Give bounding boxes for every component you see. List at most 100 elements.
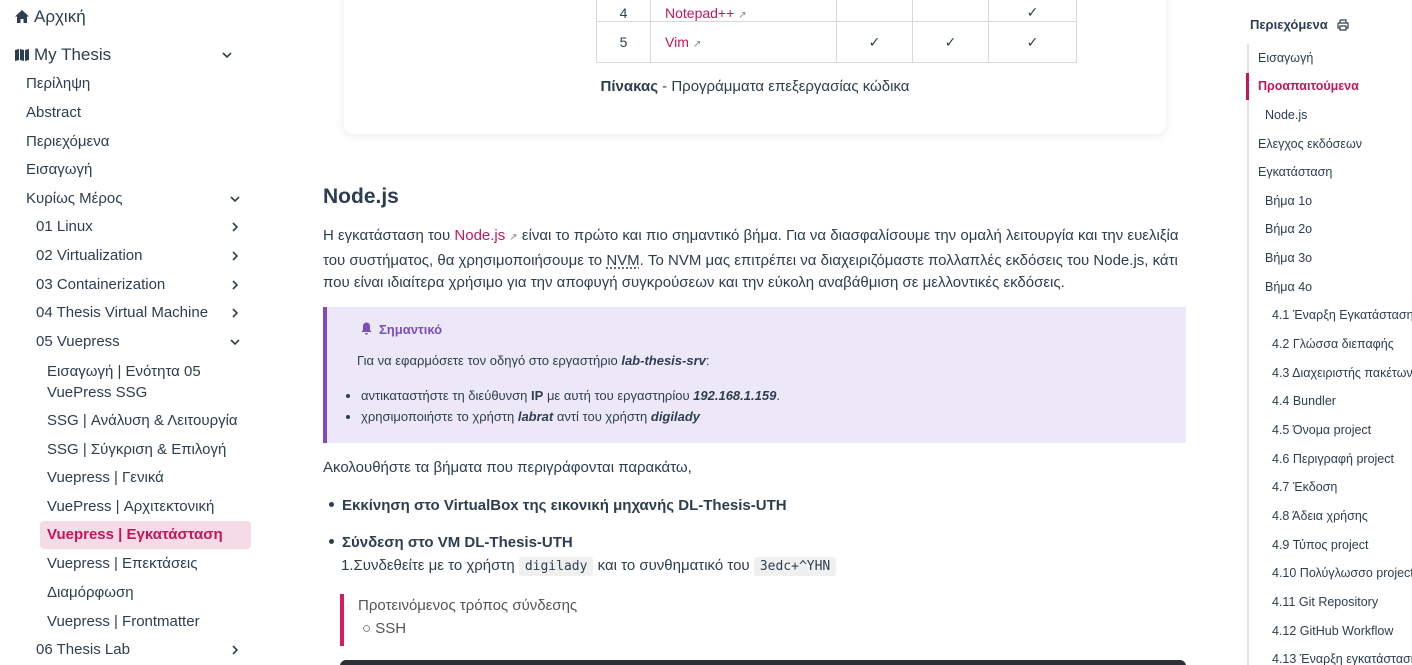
- quote-title: Προτεινόμενος τρόπος σύνδεσης: [358, 597, 578, 614]
- sidebar-item-frontmatter[interactable]: Vuepress | Frontmatter: [47, 608, 200, 635]
- sidebar-item-label: SSG | Ανάλυση & Λειτουργία: [47, 412, 238, 429]
- toc-item[interactable]: Βήμα 3ο: [1265, 248, 1312, 268]
- sidebar-item-my-thesis[interactable]: My Thesis: [14, 41, 254, 68]
- sidebar-item-eisagogi[interactable]: Εισαγωγή: [26, 156, 92, 183]
- print-icon[interactable]: [1337, 19, 1349, 31]
- list-text: αντί του χρήστη: [553, 409, 651, 424]
- callout-text-part: :: [705, 353, 710, 368]
- main-content: 4 Notepad++ ↗ ✓ 5 Vim ↗ ✓ ✓ ✓ Πίνακας - Πρ…: [262, 0, 1222, 665]
- sidebar-item-label: Vuepress | Επεκτάσεις: [47, 555, 198, 572]
- toc-item[interactable]: Βήμα 2ο: [1265, 219, 1312, 239]
- section-heading-nodejs: Node.js: [323, 185, 399, 208]
- toc-item[interactable]: 4.3 Διαχειριστής πακέτων: [1272, 363, 1412, 383]
- editors-table: 4 Notepad++ ↗ ✓ 5 Vim ↗ ✓ ✓ ✓: [596, 0, 1077, 63]
- list-item: αντικαταστήστε τη διεύθυνση IP με αυτή τ…: [361, 385, 780, 406]
- sidebar-item-label: 02 Virtualization: [36, 247, 143, 264]
- sidebar-item-periexomena[interactable]: Περιεχόμενα: [26, 128, 109, 155]
- sidebar-item-containerization[interactable]: 03 Containerization: [36, 271, 254, 298]
- sidebar-item-virtualization[interactable]: 02 Virtualization: [36, 242, 254, 269]
- sidebar-item-vuepress-extensions[interactable]: Vuepress | Επεκτάσεις: [47, 550, 197, 577]
- suggestion-quote: Προτεινόμενος τρόπος σύνδεσης ○ SSH: [340, 594, 577, 646]
- toc-item[interactable]: 4.10 Πολύγλωσσο project: [1272, 563, 1412, 583]
- home-icon: [15, 10, 29, 23]
- toc-item[interactable]: 4.7 Έκδοση: [1272, 477, 1337, 497]
- callout-list: αντικαταστήστε τη διεύθυνση IP με αυτή τ…: [343, 385, 780, 427]
- toc-item[interactable]: Βήμα 4ο: [1265, 277, 1312, 297]
- sidebar: Αρχική My Thesis Περίληψη Abstract Περιε…: [0, 0, 262, 665]
- user-labrat: labrat: [517, 409, 554, 424]
- table-row: 5 Vim ↗ ✓ ✓ ✓: [596, 21, 1077, 63]
- sidebar-item-vuepress-architecture[interactable]: VuePress | Αρχιτεκτονική: [47, 493, 214, 520]
- sidebar-item-ssg-compare[interactable]: SSG | Σύγκριση & Επιλογή: [47, 436, 226, 463]
- table-cell: ✓: [912, 21, 989, 63]
- user-digilady: digilady: [650, 409, 700, 424]
- code-block: [340, 660, 1186, 665]
- sidebar-item-linux[interactable]: 01 Linux: [36, 213, 254, 240]
- toc-title: Περιεχόμενα: [1250, 17, 1328, 32]
- toc-item[interactable]: 4.11 Git Repository: [1272, 592, 1378, 612]
- step-sub-text: και το συνθηματικό του: [593, 557, 754, 574]
- sidebar-thesis-label: My Thesis: [34, 45, 112, 64]
- sidebar-item-label: Περιεχόμενα: [26, 133, 110, 150]
- sidebar-item-ssg-analysis[interactable]: SSG | Ανάλυση & Λειτουργία: [47, 407, 238, 434]
- toc-item[interactable]: 4.1 Έναρξη Εγκατάστασης: [1272, 305, 1412, 325]
- table-cell: [912, 0, 989, 22]
- step-sub: 1.Συνδεθείτε με το χρήστη digilady και τ…: [341, 557, 837, 576]
- bullet-icon: [329, 539, 334, 545]
- sidebar-item-label: 04 Thesis Virtual Machine: [36, 304, 209, 321]
- toc-item-active[interactable]: Προαπαιτούμενα: [1258, 76, 1359, 96]
- nvm-abbr[interactable]: NVM: [606, 252, 639, 269]
- table-cell: 5: [596, 21, 651, 63]
- toc-item[interactable]: Node.js: [1265, 105, 1307, 125]
- table-cell: ✓: [988, 0, 1077, 22]
- toc-rail: [1247, 44, 1249, 665]
- toc-active-indicator: [1246, 73, 1249, 100]
- steps-intro: Ακολουθήστε τα βήματα που περιγράφονται …: [323, 459, 692, 476]
- caption-text: - Προγράμματα επεξεργασίας κώδικα: [658, 78, 910, 95]
- toc-item[interactable]: 4.2 Γλώσσα διεπαφής: [1272, 334, 1394, 354]
- list-text: .: [776, 388, 780, 403]
- sidebar-item-thesis-lab[interactable]: 06 Thesis Lab: [36, 636, 254, 663]
- chevron-right-icon: [232, 308, 239, 318]
- sidebar-item-label: Abstract: [26, 104, 82, 121]
- step-text: Σύνδεση στο VM DL-Thesis-UTH: [342, 534, 573, 551]
- toc-item[interactable]: 4.6 Περιγραφή project: [1272, 449, 1394, 469]
- sidebar-item-label: Εισαγωγή: [26, 161, 93, 178]
- step-sub-text: 1.Συνδεθείτε με το χρήστη: [341, 557, 519, 574]
- callout-text-part: Για να εφαρμόσετε τον οδηγό στο εργαστήρ…: [357, 353, 622, 368]
- toc-item[interactable]: 4.5 Όνομα project: [1272, 420, 1371, 440]
- sidebar-home-link[interactable]: Αρχική: [14, 3, 86, 30]
- toc-item[interactable]: Εισαγωγή: [1258, 48, 1313, 68]
- toc-item[interactable]: Εγκατάσταση: [1258, 162, 1332, 182]
- sidebar-item-perilipsi[interactable]: Περίληψη: [26, 70, 90, 97]
- chevron-right-icon: [232, 222, 239, 232]
- table-cell: [836, 0, 913, 22]
- table-row: 4 Notepad++ ↗ ✓: [596, 0, 1077, 22]
- list-text: αντικαταστήστε τη διεύθυνση: [361, 388, 532, 403]
- sidebar-item-vuepress-install[interactable]: Vuepress | Εγκατάσταση: [40, 521, 251, 549]
- toc-item[interactable]: 4.4 Bundler: [1272, 391, 1336, 411]
- sidebar-item-configuration[interactable]: Διαμόρφωση: [47, 579, 134, 606]
- sidebar-item-label: 03 Containerization: [36, 276, 166, 293]
- sidebar-item-vuepress-general[interactable]: Vuepress | Γενικά: [47, 464, 164, 491]
- toc-item[interactable]: Βήμα 1ο: [1265, 191, 1312, 211]
- sidebar-item-thesis-vm[interactable]: 04 Thesis Virtual Machine: [36, 299, 254, 326]
- sidebar-item-kyrios-meros[interactable]: Κυρίως Μέρος: [26, 185, 254, 212]
- sidebar-item-abstract[interactable]: Abstract: [26, 99, 81, 126]
- toc-item[interactable]: 4.12 GitHub Workflow: [1272, 621, 1393, 641]
- sidebar-item-vuepress[interactable]: 05 Vuepress: [36, 328, 254, 355]
- notepad-link[interactable]: Notepad++: [665, 5, 734, 21]
- toc-item[interactable]: 4.13 Έναρξη εγκατάστασης: [1272, 649, 1412, 665]
- toc-item[interactable]: Ελεγχος εκδόσεων: [1258, 134, 1362, 154]
- nodejs-link[interactable]: Node.js: [454, 227, 505, 244]
- sidebar-item-label: Κυρίως Μέρος: [26, 190, 123, 207]
- sidebar-home-label: Αρχική: [34, 7, 86, 26]
- vim-link[interactable]: Vim: [665, 34, 689, 50]
- toc-item[interactable]: 4.9 Τύπος project: [1272, 535, 1368, 555]
- table-card: 4 Notepad++ ↗ ✓ 5 Vim ↗ ✓ ✓ ✓ Πίνακας - Πρ…: [344, 0, 1166, 134]
- table-cell: Vim ↗: [650, 21, 837, 63]
- toc-item[interactable]: 4.8 Άδεια χρήσης: [1272, 506, 1368, 526]
- table-cell: Notepad++ ↗: [650, 0, 837, 22]
- list-text: χρησιμοποιήστε το χρήστη: [361, 409, 518, 424]
- sidebar-item-vuepress-intro[interactable]: Εισαγωγή | Ενότητα 05 VuePress SSG: [47, 361, 247, 403]
